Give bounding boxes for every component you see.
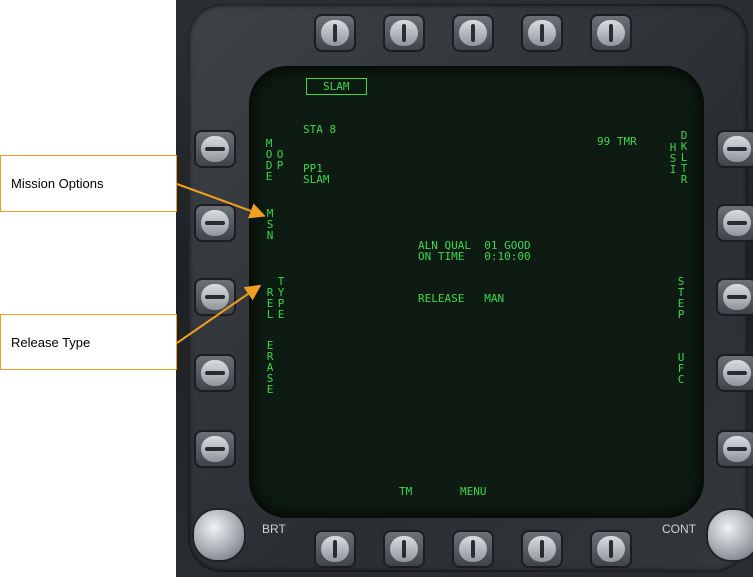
release-type-arrow xyxy=(176,284,262,344)
mission-options-arrow xyxy=(176,183,266,219)
callout-arrows xyxy=(176,183,266,344)
